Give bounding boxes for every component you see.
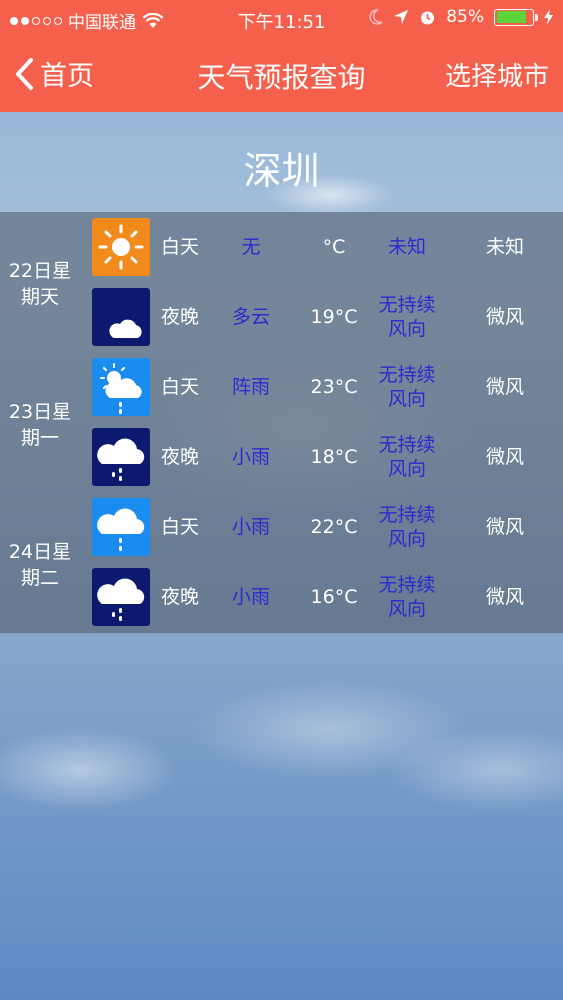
forecast-table: 22日星 期天 23日星 期一 24日星 期二 白天 无 °C 未知 未知 夜晚… — [0, 212, 563, 633]
status-bar: 中国联通 下午11:51 85% — [0, 0, 563, 38]
wind-direction-line: 无持续 — [378, 364, 436, 386]
wind-direction: 无持续 风向 — [370, 492, 444, 562]
navigation-bar: 首页 天气预报查询 选择城市 — [0, 38, 563, 112]
wind-direction: 无持续 风向 — [370, 422, 444, 492]
temperature: 18°C — [310, 446, 358, 468]
select-city-button[interactable]: 选择城市 — [445, 56, 549, 93]
sunny-icon — [92, 218, 150, 276]
wind-power: 未知 — [485, 236, 524, 258]
battery-icon — [494, 8, 538, 26]
weather-condition: 小雨 — [231, 516, 270, 538]
wind-direction-line: 未知 — [387, 236, 426, 258]
wind-direction-line: 无持续 — [378, 574, 436, 596]
battery-level-fill — [496, 11, 527, 23]
forecast-row: 白天 阵雨 23°C 无持续 风向 微风 — [0, 352, 563, 422]
weather-condition: 阵雨 — [231, 376, 270, 398]
battery-percent: 85% — [446, 7, 484, 27]
period-label: 白天 — [160, 236, 199, 258]
forecast-row: 白天 小雨 22°C 无持续 风向 微风 — [0, 492, 563, 562]
forecast-row: 白天 无 °C 未知 未知 — [0, 212, 563, 282]
chevron-left-icon — [16, 57, 33, 90]
temperature: 23°C — [310, 376, 358, 398]
period-label: 白天 — [160, 516, 199, 538]
wind-direction: 未知 — [370, 212, 444, 282]
weather-condition: 无 — [241, 236, 261, 258]
wind-direction-line: 无持续 — [378, 504, 436, 526]
alarm-clock-icon — [421, 11, 435, 24]
forecast-row: 夜晚 小雨 18°C 无持续 风向 微风 — [0, 422, 563, 492]
wind-direction: 无持续 风向 — [370, 562, 444, 632]
city-name: 深圳 — [243, 149, 320, 193]
temperature: °C — [322, 236, 346, 258]
period-label: 夜晚 — [160, 446, 199, 468]
cloud-rain-night-icon — [92, 568, 150, 626]
wind-power: 微风 — [485, 586, 524, 608]
wind-direction: 无持续 风向 — [370, 282, 444, 352]
wind-power: 微风 — [485, 516, 524, 538]
wind-power: 微风 — [485, 446, 524, 468]
period-label: 夜晚 — [160, 586, 199, 608]
weather-condition: 小雨 — [231, 446, 270, 468]
sun-cloud-rain-icon — [92, 358, 150, 416]
location-arrow-icon — [394, 10, 409, 24]
cloud-rain-night-icon — [92, 428, 150, 486]
wind-direction-line: 风向 — [387, 528, 426, 550]
wind-direction-line: 风向 — [387, 598, 426, 620]
wind-direction-line: 风向 — [387, 388, 426, 410]
wind-direction-line: 风向 — [387, 318, 426, 340]
period-label: 夜晚 — [160, 306, 199, 328]
weather-condition: 多云 — [231, 306, 270, 328]
wind-direction: 无持续 风向 — [370, 352, 444, 422]
battery-cap — [535, 13, 538, 21]
forecast-row: 夜晚 多云 19°C 无持续 风向 微风 — [0, 282, 563, 352]
temperature: 19°C — [310, 306, 358, 328]
forecast-row: 夜晚 小雨 16°C 无持续 风向 微风 — [0, 562, 563, 632]
moon-cloud-icon — [92, 288, 150, 346]
temperature: 22°C — [310, 516, 358, 538]
temperature: 16°C — [310, 586, 358, 608]
wind-power: 微风 — [485, 376, 524, 398]
back-button[interactable]: 首页 — [14, 54, 94, 93]
wind-direction-line: 无持续 — [378, 294, 436, 316]
charging-bolt-icon — [544, 9, 553, 25]
status-right: 85% — [369, 7, 553, 27]
period-label: 白天 — [160, 376, 199, 398]
cloud-rain-day-icon — [92, 498, 150, 556]
wind-direction-line: 风向 — [387, 458, 426, 480]
wind-power: 微风 — [485, 306, 524, 328]
back-button-label: 首页 — [40, 61, 94, 92]
do-not-disturb-moon-icon — [369, 9, 383, 25]
weather-condition: 小雨 — [231, 586, 270, 608]
wind-direction-line: 无持续 — [378, 434, 436, 456]
